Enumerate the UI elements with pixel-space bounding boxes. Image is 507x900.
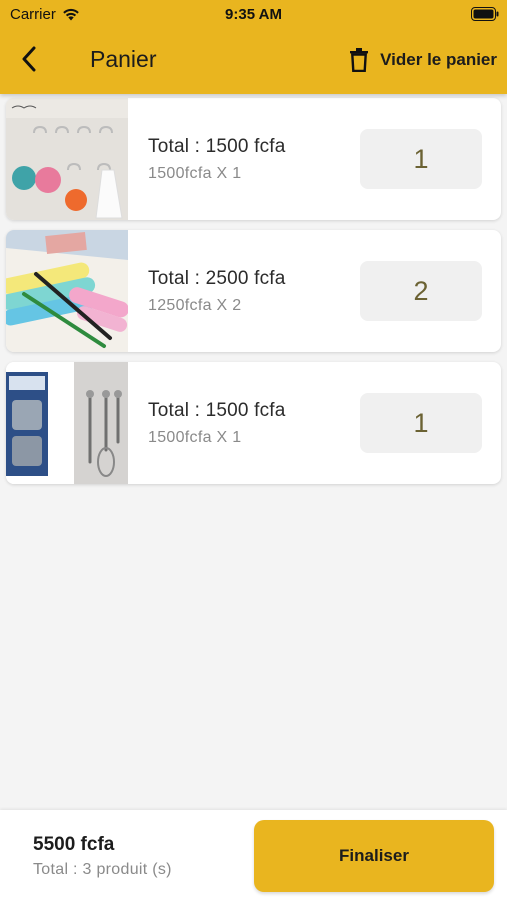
item-info: Total : 1500 fcfa 1500fcfa X 1 xyxy=(148,136,286,183)
clock: 9:35 AM xyxy=(225,6,282,23)
item-total: Total : 1500 fcfa xyxy=(148,136,286,157)
checkout-footer: 5500 fcfa Total : 3 produit (s) Finalise… xyxy=(0,810,507,900)
item-info: Total : 2500 fcfa 1250fcfa X 2 xyxy=(148,268,286,315)
wall-hooks-photo-icon xyxy=(6,98,128,220)
status-bar: Carrier 9:35 AM xyxy=(0,0,507,28)
item-unit-price: 1500fcfa X 1 xyxy=(148,165,242,182)
item-total: Total : 1500 fcfa xyxy=(148,400,286,421)
quantity-box[interactable]: 1 xyxy=(360,393,482,453)
toothbrush-cases-photo-icon xyxy=(6,230,128,352)
item-unit-price: 1500fcfa X 1 xyxy=(148,429,242,446)
app-header: Carrier 9:35 AM Panier Vider le panier xyxy=(0,0,507,94)
finalize-button[interactable]: Finaliser xyxy=(254,820,494,892)
product-thumbnail xyxy=(6,230,128,352)
battery-icon xyxy=(471,7,499,21)
cart-item[interactable]: Total : 1500 fcfa 1500fcfa X 1 1 xyxy=(6,98,501,220)
trash-icon xyxy=(350,48,369,72)
cart-list: Total : 1500 fcfa 1500fcfa X 1 1 Total :… xyxy=(6,98,501,494)
product-thumbnail xyxy=(6,98,128,220)
cart-total-amount: 5500 fcfa xyxy=(33,834,115,855)
nav-bar: Panier Vider le panier xyxy=(0,28,507,94)
quantity-box[interactable]: 1 xyxy=(360,129,482,189)
cart-product-count: Total : 3 produit (s) xyxy=(33,861,172,878)
product-thumbnail xyxy=(6,362,128,484)
item-info: Total : 1500 fcfa 1500fcfa X 1 xyxy=(148,400,286,447)
item-total: Total : 2500 fcfa xyxy=(148,268,286,289)
chevron-left-icon xyxy=(22,46,36,72)
clear-cart-button[interactable]: Vider le panier xyxy=(350,44,497,76)
kitchen-hooks-photo-icon xyxy=(6,362,128,484)
cart-item[interactable]: Total : 2500 fcfa 1250fcfa X 2 2 xyxy=(6,230,501,352)
item-unit-price: 1250fcfa X 2 xyxy=(148,297,242,314)
page-title: Panier xyxy=(90,46,157,72)
clear-cart-label: Vider le panier xyxy=(380,50,497,69)
back-button[interactable] xyxy=(14,42,44,76)
cart-item[interactable]: Total : 1500 fcfa 1500fcfa X 1 1 xyxy=(6,362,501,484)
quantity-box[interactable]: 2 xyxy=(360,261,482,321)
